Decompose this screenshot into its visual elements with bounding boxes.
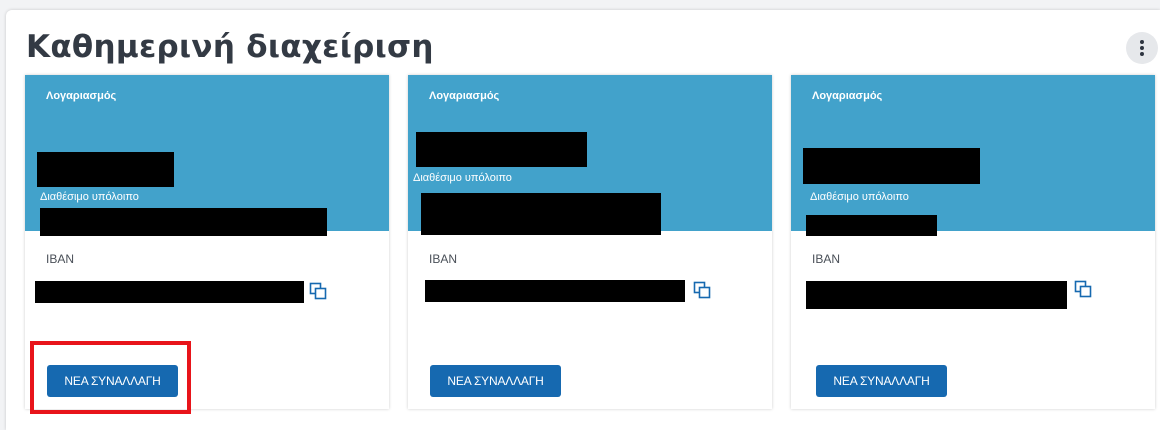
account-number-redacted (803, 148, 980, 184)
account-card[interactable]: Λογαριασμός Διαθέσιμο υπόλοιπο IBAN ΝΕΑ … (408, 75, 772, 409)
iban-value-redacted (806, 281, 1067, 309)
balance-amount-redacted (40, 208, 327, 236)
copy-icon[interactable] (1073, 279, 1093, 299)
more-options-button[interactable] (1126, 32, 1158, 64)
account-label: Λογαριασμός (46, 90, 117, 102)
balance-amount-redacted (421, 193, 661, 235)
available-balance-label: Διαθέσιμο υπόλοιπο (810, 191, 909, 203)
balance-amount-redacted (806, 215, 937, 236)
iban-value-redacted (425, 280, 685, 302)
account-number-redacted (37, 152, 174, 187)
available-balance-label: Διαθέσιμο υπόλοιπο (413, 172, 512, 184)
iban-label: IBAN (812, 252, 841, 266)
account-card[interactable]: Λογαριασμός Διαθέσιμο υπόλοιπο IBAN ΝΕΑ … (791, 75, 1155, 409)
new-transaction-button[interactable]: ΝΕΑ ΣΥΝΑΛΛΑΓΗ (430, 365, 561, 397)
account-label: Λογαριασμός (812, 90, 883, 102)
iban-label: IBAN (429, 252, 458, 266)
account-number-redacted (416, 132, 587, 167)
iban-value-redacted (35, 281, 304, 303)
account-card[interactable]: Λογαριασμός Διαθέσιμο υπόλοιπο IBAN ΝΕΑ … (25, 75, 389, 409)
available-balance-label: Διαθέσιμο υπόλοιπο (40, 191, 139, 203)
copy-icon[interactable] (692, 280, 712, 300)
iban-label: IBAN (46, 252, 75, 266)
section-title: Καθημερινή διαχείριση (26, 29, 434, 65)
copy-icon[interactable] (308, 281, 328, 301)
new-transaction-button[interactable]: ΝΕΑ ΣΥΝΑΛΛΑΓΗ (816, 365, 947, 397)
new-transaction-button[interactable]: ΝΕΑ ΣΥΝΑΛΛΑΓΗ (47, 365, 178, 397)
more-vertical-icon (1140, 40, 1144, 56)
account-label: Λογαριασμός (429, 90, 500, 102)
